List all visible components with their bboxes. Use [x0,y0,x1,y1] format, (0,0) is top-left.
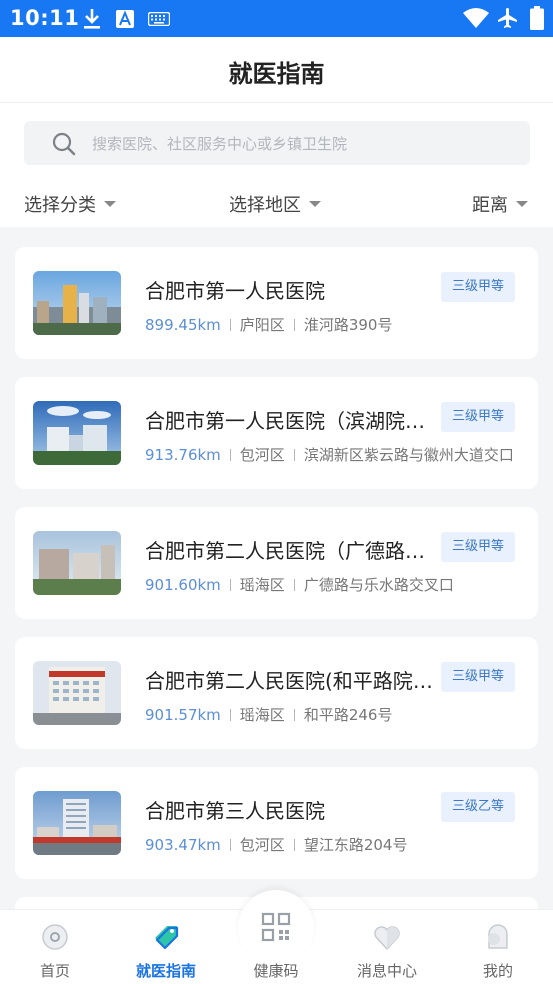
hospital-level-badge: 三级乙等 [441,792,515,822]
tab-mine-label: 我的 [482,962,513,980]
divider [293,578,295,591]
tab-messages[interactable]: 消息中心 [332,910,442,984]
hospital-distance: 903.47km [145,836,221,854]
hospital-distance: 899.45km [145,316,221,334]
divider [229,708,231,721]
filter-distance-dropdown[interactable]: 距离 [472,191,528,217]
divider [229,318,231,331]
hospital-name: 合肥市第一人民医院（滨湖院区） [145,409,435,433]
hospital-level-badge: 三级甲等 [441,532,515,562]
hospital-district: 包河区 [239,836,285,854]
hospital-photo [33,271,121,335]
tab-home-label: 首页 [39,962,70,980]
divider [229,578,231,591]
hospital-district: 包河区 [239,446,285,464]
hospital-level-badge: 三级甲等 [441,402,515,432]
hospital-address: 淮河路390号 [303,316,393,334]
keyboard-icon [148,12,170,26]
hospital-card[interactable]: 合肥市第二人民医院(和平路院区) 三级甲等 901.57km 瑶海区 和平路246号 [15,637,538,749]
wifi-icon [463,8,489,28]
status-bar: 10:11 [0,0,553,37]
hospital-level-badge: 三级甲等 [441,272,515,302]
chevron-down-icon [309,201,321,207]
hospital-name: 合肥市第三人民医院 [145,799,325,823]
chevron-down-icon [516,201,528,207]
divider [293,318,295,331]
hospital-address: 和平路246号 [303,706,393,724]
divider [293,838,295,851]
tab-health-code-label: 健康码 [253,962,299,980]
tab-mine[interactable]: 我的 [443,910,553,984]
hospital-level-badge: 三级甲等 [441,662,515,692]
search-filter-area: 搜索医院、社区服务中心或乡镇卫生院 选择分类 选择地区 距离 [0,103,553,227]
hospital-distance: 913.76km [145,446,221,464]
hospital-card[interactable]: 合肥市第一人民医院 三级甲等 899.45km 庐阳区 淮河路390号 [15,247,538,359]
filter-region-label: 选择地区 [229,195,301,216]
heart-icon [374,926,400,951]
hospital-distance: 901.57km [145,706,221,724]
hospital-address: 广德路与乐水路交叉口 [303,576,454,594]
user-icon [488,924,508,949]
chevron-down-icon [104,201,116,207]
hospital-meta: 903.47km 包河区 望江东路204号 [145,834,517,855]
search-input[interactable]: 搜索医院、社区服务中心或乡镇卫生院 [24,121,530,165]
tab-guide-label: 就医指南 [135,962,196,980]
hospital-card[interactable]: 合肥市第二人民医院（广德路院区） 三级甲等 901.60km 瑶海区 广德路与乐水路… [15,507,538,619]
hospital-meta: 901.60km 瑶海区 广德路与乐水路交叉口 [145,574,517,595]
page-title: 就医指南 [228,60,325,88]
filter-region-dropdown[interactable]: 选择地区 [229,191,321,217]
hospital-photo [33,531,121,595]
hospital-meta: 901.57km 瑶海区 和平路246号 [145,704,517,725]
divider [229,838,231,851]
home-icon [42,924,68,950]
bottom-tab-bar: 首页 就医指南 健康码 消息中心 我的 [0,890,553,984]
hospital-distance: 901.60km [145,576,221,594]
divider [293,708,295,721]
tab-messages-label: 消息中心 [356,962,417,980]
hospital-card[interactable]: 合肥市第三人民医院 三级乙等 903.47km 包河区 望江东路204号 [15,767,538,879]
tab-health-code[interactable]: 健康码 [221,910,331,984]
app-a-icon [116,10,134,28]
hospital-address: 滨湖新区紫云路与徽州大道交口 [303,446,514,464]
battery-icon [530,6,544,30]
hospital-name: 合肥市第一人民医院 [145,279,325,303]
hospital-address: 望江东路204号 [303,836,408,854]
hospital-photo [33,791,121,855]
hospital-meta: 899.45km 庐阳区 淮河路390号 [145,314,517,335]
filter-category-dropdown[interactable]: 选择分类 [24,191,116,217]
tag-icon [155,926,179,950]
divider [293,448,295,461]
hospital-photo [33,401,121,465]
status-time: 10:11 [10,6,80,30]
qr-code-icon [261,912,291,942]
hospital-meta: 913.76km 包河区 滨湖新区紫云路与徽州大道交口 [145,444,517,465]
search-icon [52,132,76,156]
app-header: 就医指南 [0,37,553,103]
hospital-card[interactable]: 合肥市第一人民医院（滨湖院区） 三级甲等 913.76km 包河区 滨湖新区紫云路与… [15,377,538,489]
search-placeholder: 搜索医院、社区服务中心或乡镇卫生院 [92,135,348,153]
filter-distance-label: 距离 [472,195,508,216]
hospital-district: 瑶海区 [239,706,285,724]
tab-home[interactable]: 首页 [0,910,110,984]
hospital-name: 合肥市第二人民医院（广德路院区） [145,539,435,563]
hospital-district: 庐阳区 [239,316,285,334]
filter-category-label: 选择分类 [24,195,96,216]
download-icon [84,9,100,29]
hospital-district: 瑶海区 [239,576,285,594]
hospital-name: 合肥市第二人民医院(和平路院区) [145,669,435,693]
divider [229,448,231,461]
tab-guide[interactable]: 就医指南 [111,910,221,984]
airplane-icon [498,8,517,28]
hospital-photo [33,661,121,725]
